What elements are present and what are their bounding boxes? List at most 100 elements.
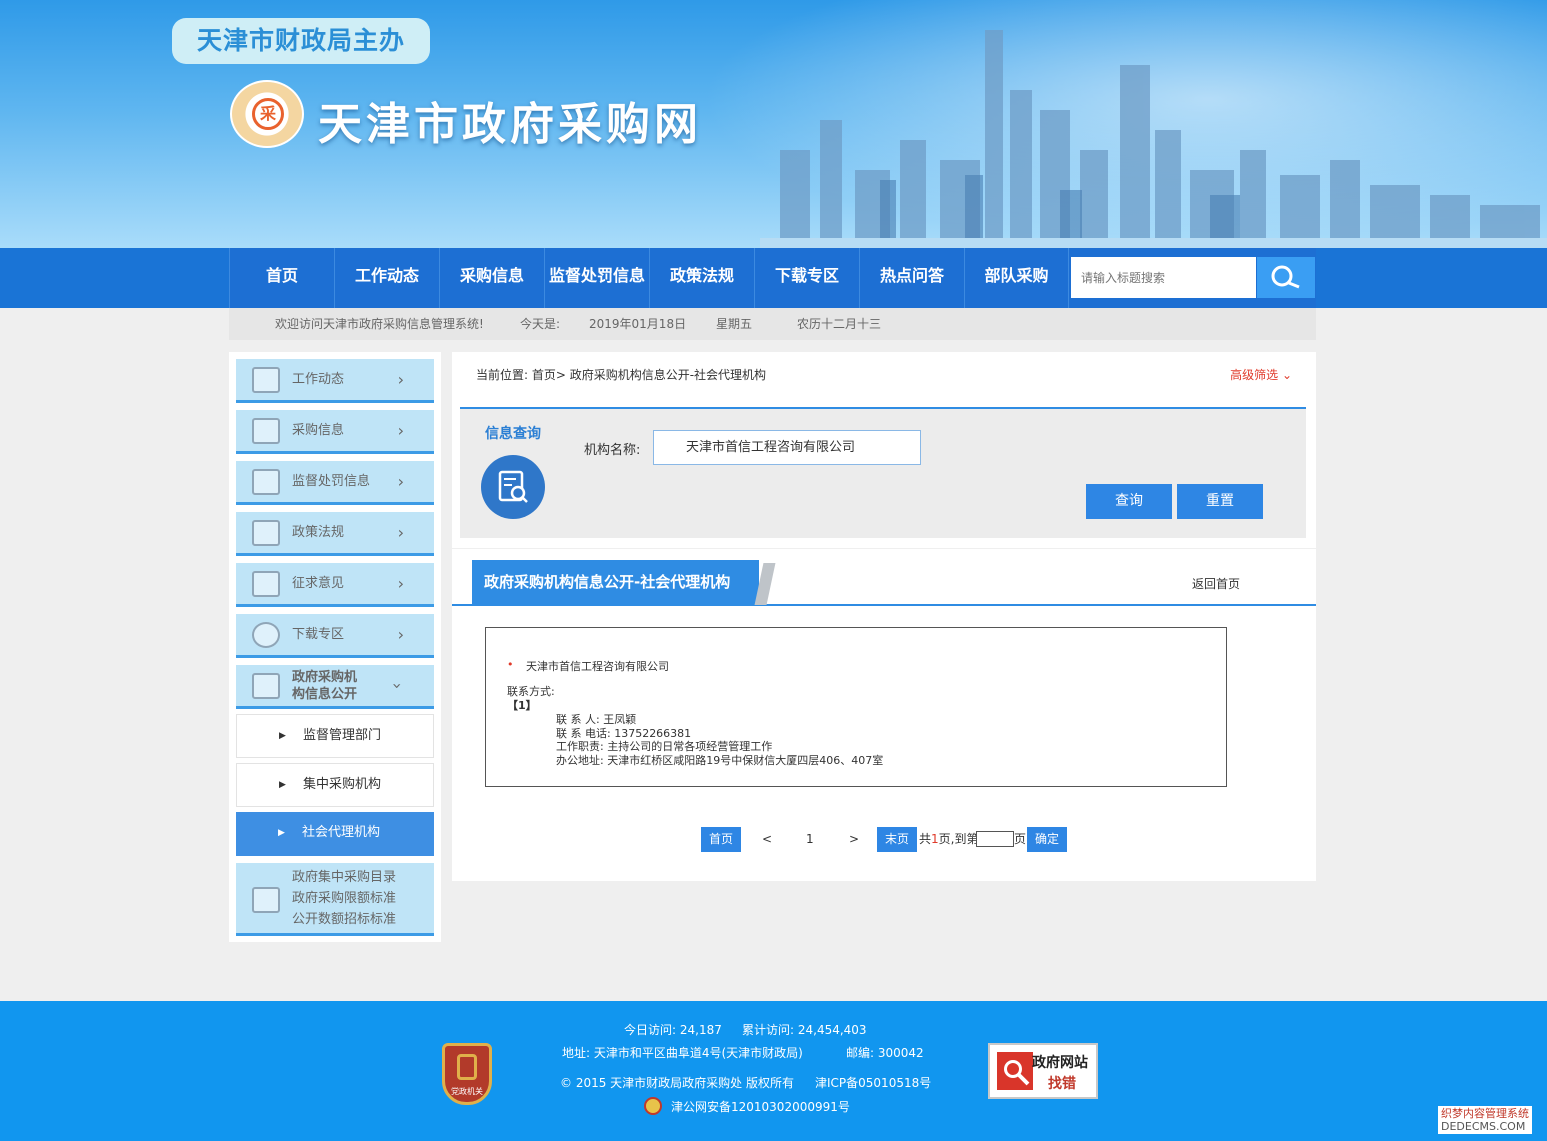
pager-prev[interactable]: <: [762, 827, 772, 852]
triangle-right-icon: ▶: [279, 731, 286, 741]
site-title[interactable]: 天津市政府采购网: [318, 88, 702, 152]
sidebar-item-procurement-info[interactable]: 采购信息 ›: [236, 410, 434, 454]
chevron-down-icon: ›: [387, 682, 407, 690]
sidebar-subitem-social-agency[interactable]: ▶ 社会代理机构: [236, 812, 434, 856]
search-icon: [1271, 265, 1300, 289]
sidebar-item-agency-disclosure[interactable]: 政府采购机构信息公开 ›: [236, 665, 434, 709]
agency-detail-box: • 天津市首信工程咨询有限公司 联系方式: 【1】 联 系 人: 王凤颖 联 系…: [485, 627, 1227, 787]
advanced-filter-toggle[interactable]: 高级筛选 ⌄: [1230, 366, 1292, 383]
pager-current[interactable]: 1: [806, 827, 814, 852]
sidebar-item-policy[interactable]: 政策法规 ›: [236, 512, 434, 556]
tab-social-agency[interactable]: 政府采购机构信息公开-社会代理机构: [472, 560, 759, 605]
copyright: © 2015 天津市财政局政府采购处 版权所有: [560, 1076, 794, 1090]
chevron-down-icon: ⌄: [1278, 368, 1292, 382]
edit-icon: [252, 571, 280, 597]
sidebar-item-label: 政府集中采购目录 政府采购限额标准 公开数额招标标准: [292, 867, 396, 930]
content-tab-header: 政府采购机构信息公开-社会代理机构 返回首页: [452, 560, 1316, 606]
breadcrumb[interactable]: 当前位置: 首页> 政府采购机构信息公开-社会代理机构: [476, 366, 766, 383]
calendar-icon: [252, 520, 280, 546]
back-home-link[interactable]: 返回首页: [1192, 575, 1240, 592]
label-line-1: 政府采购机: [292, 670, 358, 685]
nav-military-procurement[interactable]: 部队采购: [964, 248, 1069, 308]
link-limit-standard[interactable]: 政府采购限额标准: [292, 891, 396, 906]
sidebar-item-supervision[interactable]: 监督处罚信息 ›: [236, 461, 434, 505]
document-search-icon: [481, 455, 545, 519]
chevron-right-icon: ›: [397, 472, 404, 491]
police-record[interactable]: 津公网安备12010302000991号: [671, 1098, 850, 1115]
today-label: 今天是:: [520, 317, 561, 331]
badge-text: 党政机关: [451, 1087, 483, 1096]
watermark-line-1: 织梦内容管理系统: [1441, 1107, 1529, 1120]
sidebar-subitem-central-agency[interactable]: ▶ 集中采购机构: [236, 763, 434, 807]
pager-last[interactable]: 末页: [877, 827, 917, 852]
office-address: 办公地址: 天津市红桥区咸阳路19号中保财信大厦四层406、407室: [556, 754, 884, 767]
nav-downloads[interactable]: 下载专区: [754, 248, 859, 308]
welcome-bar: 欢迎访问天津市政府采购信息管理系统! 今天是: 2019年01月18日 星期五 …: [229, 308, 1316, 340]
nav-procurement-info[interactable]: 采购信息: [439, 248, 544, 308]
query-panel: 当前位置: 首页> 政府采购机构信息公开-社会代理机构 高级筛选 ⌄ 信息查询 …: [452, 352, 1316, 548]
reset-button[interactable]: 重置: [1177, 484, 1263, 519]
sidebar-item-work-news[interactable]: 工作动态 ›: [236, 359, 434, 403]
page-jump-input[interactable]: [976, 831, 1014, 847]
pager-first[interactable]: 首页: [701, 827, 741, 852]
total-visits: 累计访问: 24,454,403: [742, 1023, 867, 1037]
chevron-right-icon: ›: [397, 370, 404, 389]
nav-hot-qa[interactable]: 热点问答: [859, 248, 964, 308]
today-visits: 今日访问: 24,187: [624, 1023, 722, 1037]
sidebar-item-label: 政府采购机构信息公开: [292, 669, 357, 703]
report-subtitle: 找错: [1048, 1076, 1076, 1092]
sidebar-item-label: 征求意见: [292, 576, 345, 591]
site-error-report-badge[interactable]: 政府网站 找错: [988, 1043, 1098, 1099]
agency-name-label: 机构名称:: [584, 443, 641, 458]
chevron-right-icon: ›: [397, 421, 404, 440]
pager-page-suffix: 页: [1014, 832, 1027, 846]
badge-emblem-icon: [457, 1054, 477, 1080]
watermark-line-2: DEDECMS.COM: [1441, 1120, 1526, 1133]
nav-supervision-penalty[interactable]: 监督处罚信息: [544, 248, 649, 308]
subitem-label: 社会代理机构: [302, 825, 381, 840]
nav-home[interactable]: 首页: [229, 248, 334, 308]
pagination: 首页 < 1 > 末页 共1页,到第 页 确定: [452, 827, 1316, 853]
site-logo[interactable]: 采: [230, 80, 304, 148]
chevron-right-icon: ›: [397, 523, 404, 542]
sponsor-badge: 天津市财政局主办: [172, 18, 430, 64]
contact-index: 【1】: [507, 699, 537, 712]
agency-name-input[interactable]: 天津市首信工程咨询有限公司: [653, 430, 921, 465]
link-tender-standard[interactable]: 公开数额招标标准: [292, 912, 396, 927]
nav-work-news[interactable]: 工作动态: [334, 248, 439, 308]
bullet-icon: •: [507, 658, 514, 671]
agency-name[interactable]: 天津市首信工程咨询有限公司: [526, 658, 669, 674]
sidebar-item-catalog-standards[interactable]: 政府集中采购目录 政府采购限额标准 公开数额招标标准: [236, 863, 434, 936]
query-button[interactable]: 查询: [1086, 484, 1172, 519]
icp-number[interactable]: 津ICP备05010518号: [815, 1074, 931, 1091]
download-icon: [252, 622, 280, 648]
content-panel: 政府采购机构信息公开-社会代理机构 返回首页 • 天津市首信工程咨询有限公司 联…: [452, 549, 1316, 881]
chevron-right-icon: ›: [397, 625, 404, 644]
report-title: 政府网站: [1032, 1055, 1088, 1071]
main-nav-bar: 首页 工作动态 采购信息 监督处罚信息 政策法规 下载专区 热点问答 部队采购: [0, 248, 1547, 308]
triangle-right-icon: ▶: [279, 780, 286, 790]
pager-confirm-button[interactable]: 确定: [1027, 827, 1067, 852]
party-govt-badge[interactable]: 党政机关: [442, 1043, 492, 1105]
sidebar-item-feedback[interactable]: 征求意见 ›: [236, 563, 434, 607]
pager-total-count: 1: [931, 832, 939, 846]
sidebar-item-label: 监督处罚信息: [292, 474, 371, 489]
search-button[interactable]: [1257, 257, 1315, 298]
city-skyline-image: [760, 30, 1547, 248]
pager-total-suffix: 页,到第: [938, 832, 979, 846]
cms-watermark: 织梦内容管理系统 DEDECMS.COM: [1438, 1106, 1532, 1134]
nav-policy-law[interactable]: 政策法规: [649, 248, 754, 308]
query-title: 信息查询: [485, 426, 541, 442]
sidebar-item-label: 下载专区: [292, 627, 345, 642]
sidebar-subitem-supervision-dept[interactable]: ▶ 监督管理部门: [236, 714, 434, 758]
footer-address: 地址: 天津市和平区曲阜道4号(天津市财政局): [562, 1046, 803, 1060]
query-form: 信息查询 机构名称: 天津市首信工程咨询有限公司 查询 重置: [460, 407, 1306, 538]
link-central-catalog[interactable]: 政府集中采购目录: [292, 870, 396, 885]
weekday: 星期五: [716, 317, 753, 331]
footer-postcode: 邮编: 300042: [846, 1046, 924, 1060]
footer: 今日访问: 24,187 累计访问: 24,454,403 地址: 天津市和平区…: [0, 1001, 1547, 1141]
sidebar-item-downloads[interactable]: 下载专区 ›: [236, 614, 434, 658]
search-input[interactable]: [1071, 257, 1256, 298]
label-line-2: 构信息公开: [292, 687, 358, 702]
pager-next[interactable]: >: [849, 827, 859, 852]
